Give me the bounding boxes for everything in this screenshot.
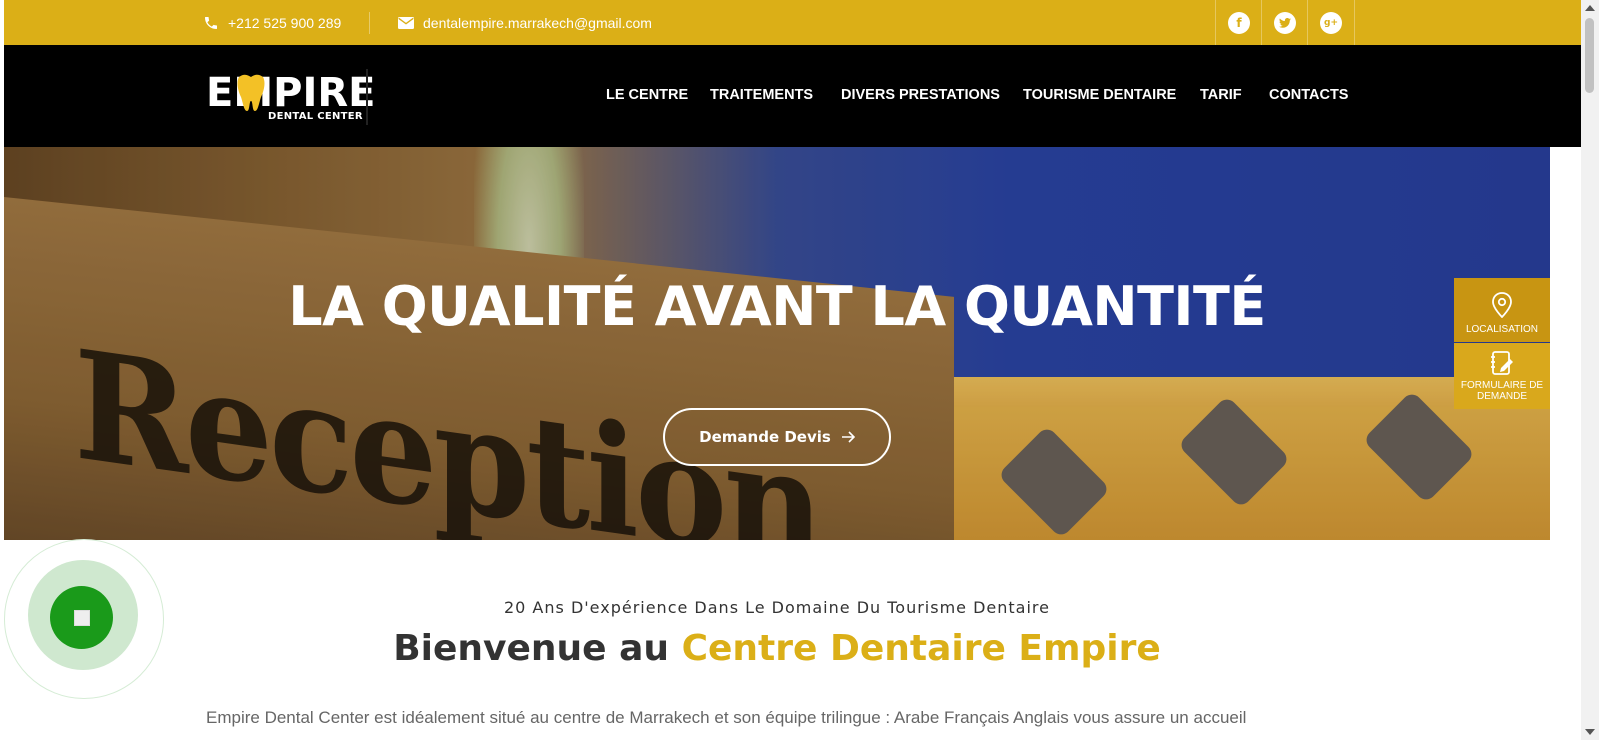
scroll-thumb[interactable] <box>1585 18 1594 93</box>
formulaire-button[interactable]: FORMULAIRE DE DEMANDE <box>1454 343 1550 409</box>
hero-overlay <box>4 147 1550 540</box>
phone-icon <box>205 16 217 29</box>
logo-wordmark: EMPIRE <box>206 69 375 117</box>
localisation-button[interactable]: LOCALISATION <box>1454 278 1550 342</box>
tooth-icon <box>237 74 265 111</box>
welcome-prefix: Bienvenue au <box>393 628 682 669</box>
nav-divers-prestations[interactable]: DIVERS PRESTATIONS <box>841 87 1000 103</box>
hero-title: LA QUALITÉ AVANT LA QUANTITÉ <box>288 275 1266 338</box>
google-plus-icon: g+ <box>1320 11 1342 34</box>
nav-contacts[interactable]: CONTACTS <box>1269 87 1348 103</box>
demande-devis-button[interactable]: Demande Devis <box>663 408 891 466</box>
email-contact[interactable]: dentalempire.marrakech@gmail.com <box>398 0 652 45</box>
google-plus-link[interactable]: g+ <box>1307 0 1355 45</box>
twitter-link[interactable] <box>1261 0 1308 45</box>
main-navbar: EMPIRE DENTAL CENTER LE CENTRE TRAITEMEN… <box>4 45 1581 147</box>
welcome-heading: Bienvenue au Centre Dentaire Empire <box>4 628 1550 669</box>
intro-paragraph: Empire Dental Center est idéalement situ… <box>206 708 1247 727</box>
topbar-divider <box>369 12 370 34</box>
intro-section: 20 Ans D'expérience Dans Le Domaine Du T… <box>4 540 1550 740</box>
nav-tourisme-dentaire[interactable]: TOURISME DENTAIRE <box>1023 87 1176 103</box>
formulaire-label: FORMULAIRE DE DEMANDE <box>1460 380 1544 402</box>
demande-devis-label: Demande Devis <box>699 428 831 446</box>
arrow-right-icon <box>841 431 855 443</box>
page: +212 525 900 289 dentalempire.marrakech@… <box>4 0 1581 740</box>
scroll-up-icon[interactable] <box>1585 5 1595 11</box>
whatsapp-button[interactable] <box>50 586 113 649</box>
nav-traitements[interactable]: TRAITEMENTS <box>710 87 813 103</box>
phone-number: +212 525 900 289 <box>228 14 342 31</box>
whatsapp-icon <box>73 609 90 626</box>
side-widget: LOCALISATION FORMULAIRE DE DEMANDE <box>1454 278 1550 409</box>
twitter-icon <box>1274 11 1296 34</box>
intro-subtitle: 20 Ans D'expérience Dans Le Domaine Du T… <box>503 598 1050 617</box>
welcome-accent: Centre Dentaire Empire <box>681 628 1161 669</box>
facebook-link[interactable]: f <box>1215 0 1262 45</box>
phone-contact[interactable]: +212 525 900 289 <box>203 0 341 45</box>
email-address: dentalempire.marrakech@gmail.com <box>423 14 652 31</box>
logo-subtitle: DENTAL CENTER <box>268 111 363 122</box>
logo-divider <box>366 69 368 125</box>
page-scrollbar[interactable] <box>1581 0 1599 740</box>
logo-text: EMPIRE <box>206 70 376 116</box>
map-pin-icon <box>1492 292 1512 318</box>
mail-icon <box>398 16 414 29</box>
site-logo[interactable]: EMPIRE DENTAL CENTER <box>206 69 375 125</box>
scroll-down-icon[interactable] <box>1585 729 1595 735</box>
nav-tarif[interactable]: TARIF <box>1200 87 1242 103</box>
form-icon <box>1491 351 1513 375</box>
nav-le-centre[interactable]: LE CENTRE <box>606 87 688 103</box>
facebook-icon: f <box>1228 11 1250 34</box>
localisation-label: LOCALISATION <box>1465 324 1539 335</box>
top-bar: +212 525 900 289 dentalempire.marrakech@… <box>4 0 1581 45</box>
hero-banner: Reception LA QUALITÉ AVANT LA QUANTITÉ D… <box>4 147 1550 540</box>
